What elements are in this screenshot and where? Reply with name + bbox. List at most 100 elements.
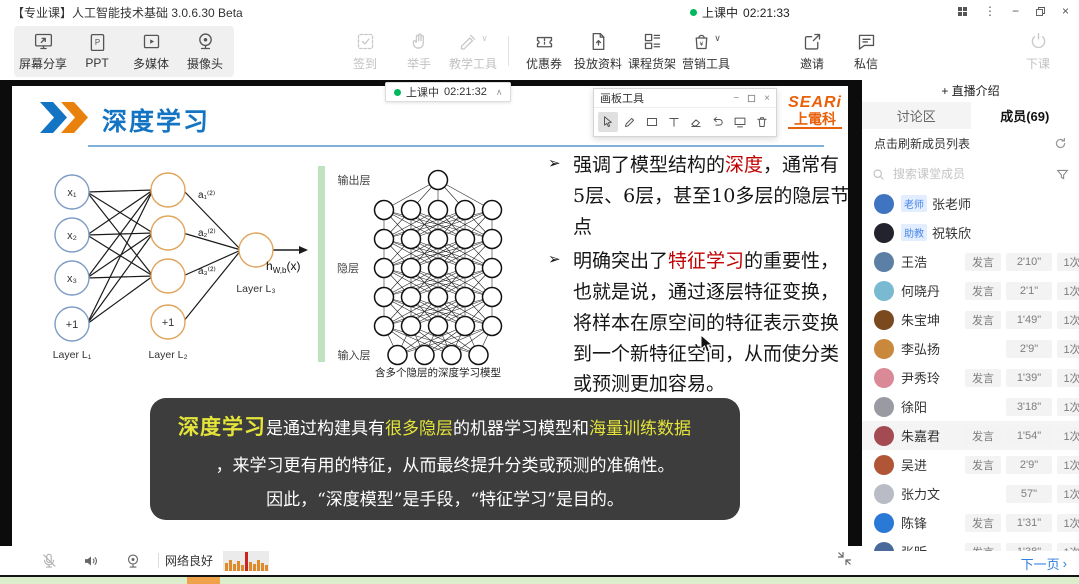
power-icon — [1028, 31, 1049, 52]
member-row[interactable]: 徐阳 3'18" 1次 — [862, 392, 1079, 421]
duration-badge: 2'9" — [1006, 340, 1052, 358]
member-stats: 2'9" 1次 — [965, 340, 1079, 358]
refresh-members-row[interactable]: 点击刷新成员列表 — [862, 129, 1079, 157]
svg-text:x₁: x₁ — [67, 187, 77, 199]
layout-grid-icon[interactable] — [957, 6, 968, 17]
svg-text:a₁⁽²⁾: a₁⁽²⁾ — [198, 190, 215, 201]
background-window-accent — [187, 577, 220, 584]
ppt-icon: P — [87, 32, 108, 53]
member-name: 陈锋 — [901, 513, 927, 532]
more-menu-icon[interactable]: ⋮ — [984, 5, 996, 17]
media-play-icon — [141, 31, 162, 52]
microphone-muted-icon[interactable] — [40, 552, 58, 570]
titlebar: 【专业课】人工智能技术基础 3.0.6.30 Beta 上课中 02:21:33… — [0, 0, 1079, 22]
app-window: 【专业课】人工智能技术基础 3.0.6.30 Beta 上课中 02:21:33… — [0, 0, 1079, 584]
tab-members[interactable]: 成员(69) — [971, 102, 1079, 129]
member-row[interactable]: 吴进 发言 2'9" 1次 — [862, 450, 1079, 479]
avatar — [874, 455, 894, 475]
member-row[interactable]: 尹秀玲 发言 1'39" 1次 — [862, 363, 1079, 392]
raise-hand-icon — [409, 31, 430, 52]
duration-badge: 2'10" — [1006, 253, 1052, 271]
tool-trash-icon[interactable] — [752, 112, 772, 132]
role-badge: 助教 — [901, 224, 927, 241]
raise-hand-button[interactable]: 举手 — [392, 31, 446, 72]
avatar — [874, 426, 894, 446]
tool-rect-icon[interactable] — [642, 112, 662, 132]
multimedia-button[interactable]: 多媒体 — [124, 31, 178, 72]
note-lead: 深度学习 — [178, 414, 266, 439]
next-page-link[interactable]: 下一页 › — [862, 551, 1079, 575]
duration-badge: 1'31" — [1006, 514, 1052, 532]
webcam-button[interactable]: 摄像头 — [178, 31, 232, 72]
close-icon[interactable]: × — [1062, 5, 1069, 17]
board-tools-header[interactable]: 画板工具 − × — [594, 89, 776, 108]
collapse-panel-icon[interactable] — [837, 551, 852, 571]
member-name: 吴进 — [901, 455, 927, 474]
coupon-button[interactable]: 优惠券 — [517, 31, 571, 72]
highlight-text: 深度 — [725, 154, 763, 176]
invite-button[interactable]: 邀请 — [785, 31, 839, 72]
svg-text:输出层: 输出层 — [338, 173, 371, 187]
speaker-icon[interactable] — [82, 552, 100, 570]
avatar — [874, 281, 894, 301]
duration-badge: 2'9" — [1006, 456, 1052, 474]
screen-share-button[interactable]: 屏幕分享 — [16, 31, 70, 72]
minimize-icon[interactable]: − — [1012, 5, 1019, 17]
member-row[interactable]: 王浩 发言 2'10" 1次 — [862, 247, 1079, 276]
sign-in-button[interactable]: 签到 — [338, 31, 392, 72]
role-badge: 老师 — [901, 195, 927, 212]
member-stats: 发言 2'10" 1次 — [965, 253, 1079, 271]
tab-discussion[interactable]: 讨论区 — [862, 102, 971, 129]
ppt-button[interactable]: P PPT — [70, 31, 124, 72]
push-materials-button[interactable]: 投放资料 — [571, 31, 625, 72]
bullet-text: 强调了模型结构的 — [573, 154, 725, 176]
member-row[interactable]: 何晓丹 发言 2'1" 1次 — [862, 276, 1079, 305]
tool-text-icon[interactable] — [664, 112, 684, 132]
count-badge: 1次 — [1057, 514, 1079, 532]
member-row[interactable]: 助教 祝轶欣 — [862, 218, 1079, 247]
marketing-tools-button[interactable]: ¥ ∨ 营销工具 — [679, 31, 733, 72]
document-upload-icon — [588, 31, 609, 52]
filter-icon[interactable] — [1056, 168, 1069, 181]
tool-select-icon[interactable] — [598, 112, 618, 132]
member-stats — [965, 195, 1079, 213]
member-row[interactable]: 张力文 57" 1次 — [862, 479, 1079, 508]
refresh-icon[interactable] — [1054, 137, 1067, 150]
course-shelf-button[interactable]: 课程货架 — [625, 31, 679, 72]
tool-board-icon[interactable] — [730, 112, 750, 132]
member-row[interactable]: 老师 张老师 — [862, 189, 1079, 218]
member-stats: 发言 1'39" 1次 — [965, 369, 1079, 387]
restore-icon[interactable] — [1035, 6, 1046, 17]
count-badge: 1次 — [1057, 311, 1079, 329]
panel-close-icon[interactable]: × — [764, 93, 770, 104]
tool-undo-icon[interactable] — [708, 112, 728, 132]
live-intro-link[interactable]: + 直播介绍 — [862, 80, 1079, 102]
note-text: 的机器学习模型和 — [453, 419, 589, 439]
avatar — [874, 339, 894, 359]
count-badge: 1次 — [1057, 427, 1079, 445]
board-tools-title: 画板工具 — [600, 90, 644, 106]
shelf-icon — [642, 31, 663, 52]
member-row[interactable]: 陈锋 发言 1'31" 1次 — [862, 508, 1079, 537]
panel-restore-icon[interactable] — [747, 94, 756, 103]
tool-pen-icon[interactable] — [620, 112, 640, 132]
bullet-marker: ➢ — [548, 247, 561, 271]
svg-text:输入层: 输入层 — [338, 348, 371, 362]
panel-minimize-icon[interactable]: − — [733, 93, 739, 104]
member-name: 尹秀玲 — [901, 368, 940, 387]
camera-icon[interactable] — [124, 552, 142, 570]
tool-eraser-icon[interactable] — [686, 112, 706, 132]
private-message-button[interactable]: 私信 — [839, 31, 893, 72]
collapse-chevron-icon[interactable]: ∧ — [496, 87, 503, 98]
end-class-button[interactable]: 下课 — [1011, 31, 1065, 72]
search-input[interactable] — [891, 166, 1050, 182]
member-row[interactable]: 李弘扬 2'9" 1次 — [862, 334, 1079, 363]
member-row[interactable]: 张昕 发言 1'38" 1次 — [862, 537, 1079, 551]
svg-text:含多个隐层的深度学习模型: 含多个隐层的深度学习模型 — [375, 366, 501, 379]
svg-text:a₃⁽²⁾: a₃⁽²⁾ — [198, 266, 216, 277]
member-row[interactable]: 朱嘉君 发言 1'54" 1次 — [862, 421, 1079, 450]
teaching-tools-button[interactable]: ∨ 教学工具 — [446, 31, 500, 72]
bullet-text: 明确突出了 — [573, 250, 668, 272]
slide-canvas[interactable]: 上课中 02:21:32 ∧ 画板工具 − × — [12, 86, 848, 546]
member-row[interactable]: 朱宝坤 发言 1'49" 1次 — [862, 305, 1079, 334]
